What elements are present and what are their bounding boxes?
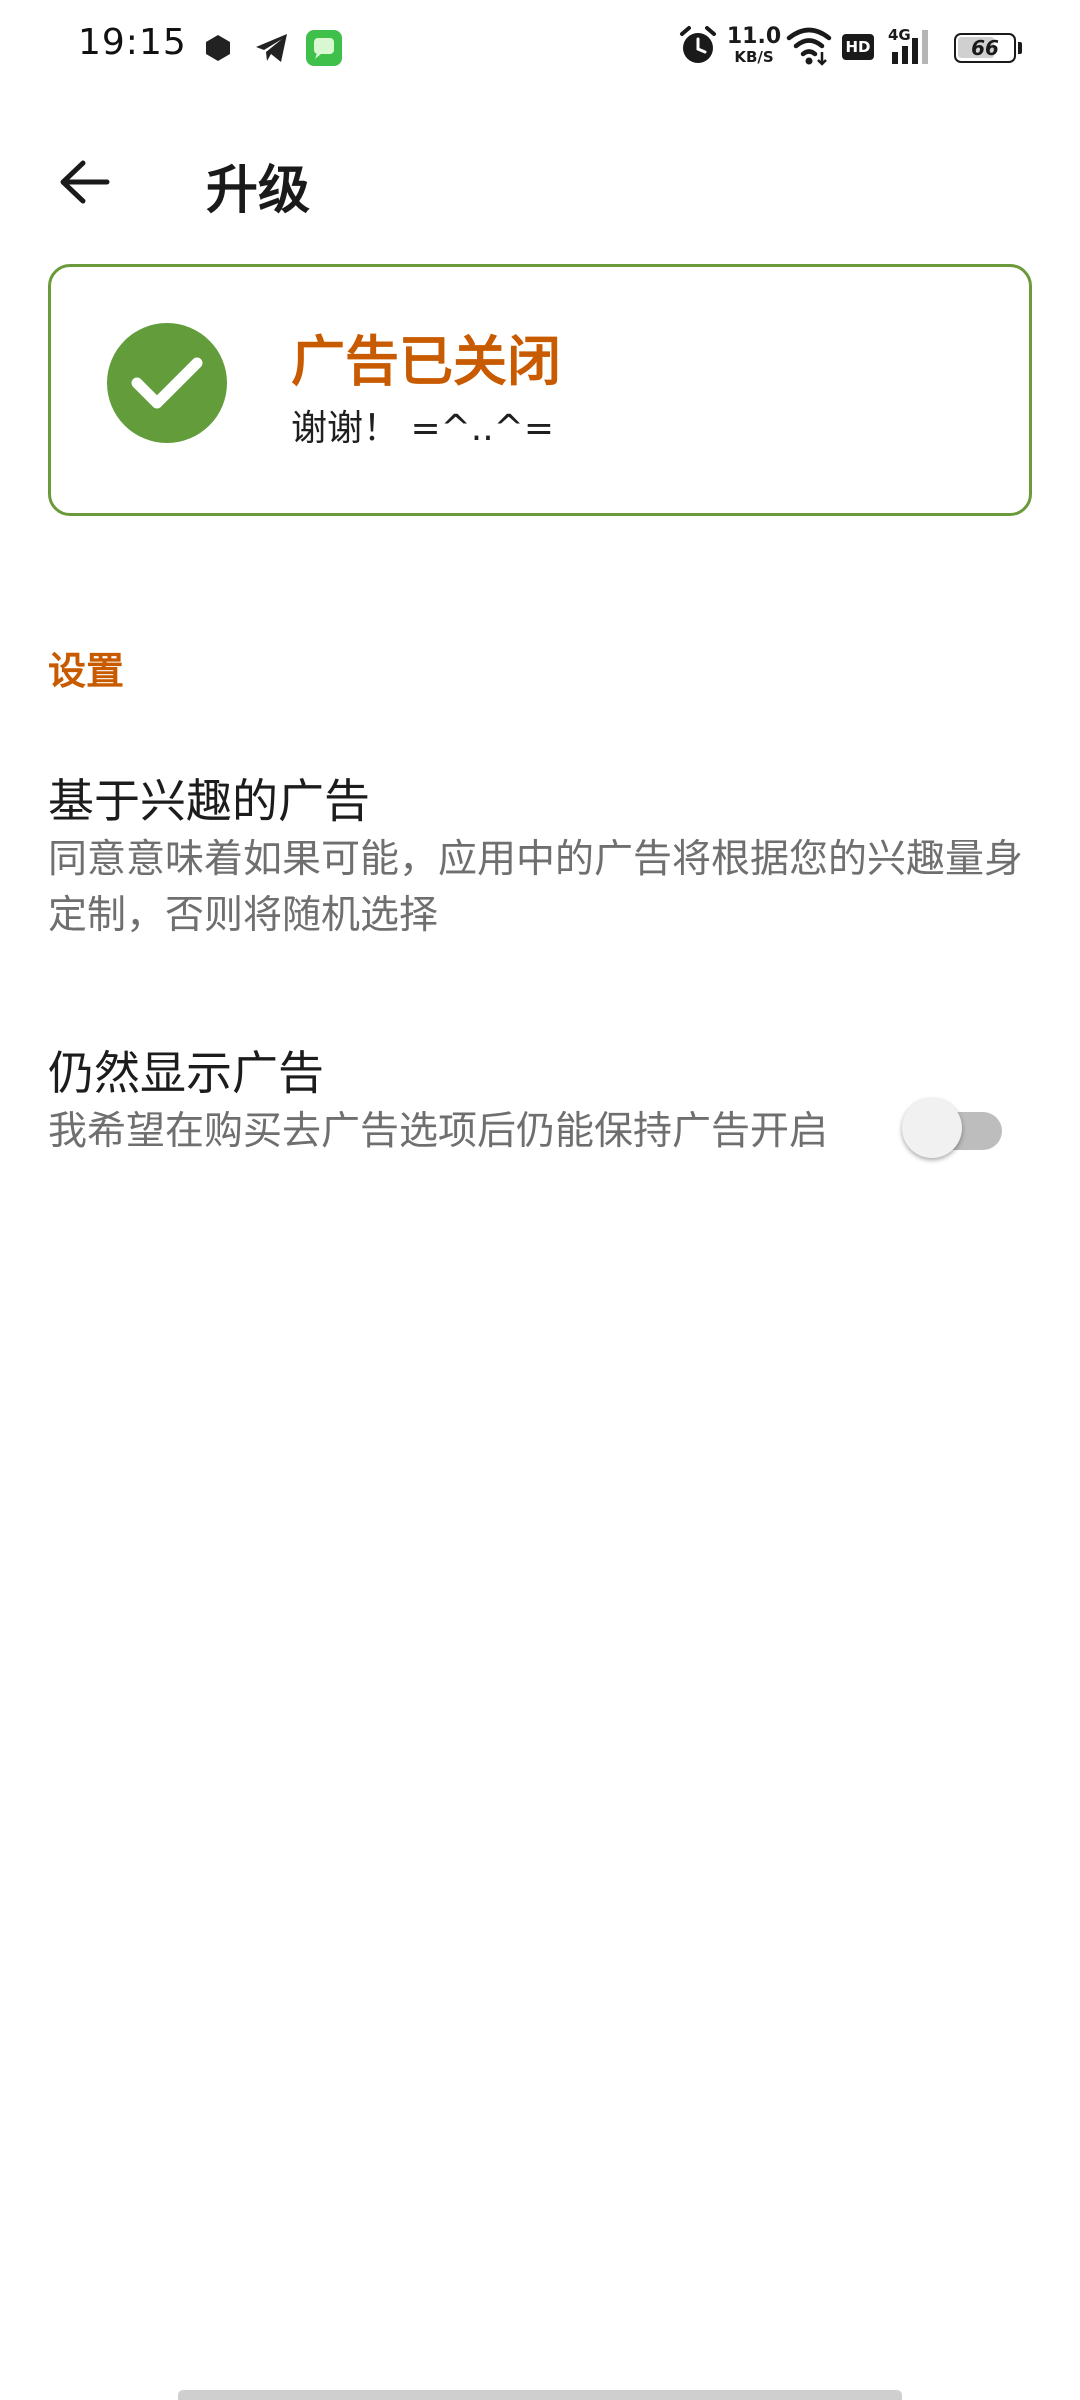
- setting-still-show-ads[interactable]: 仍然显示广告 我希望在购买去广告选项后仍能保持广告开启: [48, 1042, 838, 1160]
- hexagon-app-icon: [198, 28, 238, 68]
- status-bar: 19:15 11.0 KB/S HD 4G 66: [0, 0, 1080, 96]
- check-circle-icon: [107, 323, 227, 443]
- app-bar: 升级: [0, 120, 1080, 244]
- hd-voice-icon: HD: [842, 24, 874, 72]
- toggle-thumb: [902, 1098, 962, 1158]
- still-show-ads-toggle[interactable]: [902, 1098, 1006, 1158]
- signal-icon: 4G: [888, 24, 938, 72]
- card-title: 广告已关闭: [291, 330, 561, 393]
- messages-app-icon: [304, 28, 344, 68]
- status-time: 19:15: [78, 22, 187, 63]
- setting-summary: 我希望在购买去广告选项后仍能保持广告开启: [48, 1109, 829, 1154]
- setting-title: 仍然显示广告: [48, 1046, 324, 1100]
- arrow-left-icon: [60, 160, 110, 204]
- navigation-handle[interactable]: [178, 2390, 902, 2400]
- settings-section-header: 设置: [48, 649, 125, 693]
- battery-level: 66: [971, 36, 999, 60]
- wifi-icon: [786, 24, 836, 72]
- telegram-icon: [252, 28, 292, 68]
- ads-status-card: 广告已关闭 谢谢！ =^..^=: [48, 264, 1032, 516]
- hd-label: HD: [842, 34, 874, 60]
- net-speed-unit: KB/S: [734, 48, 774, 66]
- alarm-icon: [678, 24, 718, 72]
- setting-summary: 同意意味着如果可能，应用中的广告将根据您的兴趣量身定制，否则将随机选择: [48, 837, 1024, 938]
- back-button[interactable]: [36, 142, 132, 222]
- battery-icon: 66: [954, 24, 1024, 72]
- net-speed-value: 11.0: [726, 24, 782, 49]
- upgrade-screen: 19:15 11.0 KB/S HD 4G 66 升级 广告已关闭 谢谢！ =^…: [0, 0, 1080, 2400]
- setting-title: 基于兴趣的广告: [48, 774, 370, 828]
- net-speed: 11.0 KB/S: [726, 24, 782, 72]
- page-title: 升级: [206, 161, 311, 221]
- card-subtitle: 谢谢！ =^..^=: [291, 408, 554, 449]
- setting-interest-based-ads[interactable]: 基于兴趣的广告 同意意味着如果可能，应用中的广告将根据您的兴趣量身定制，否则将随…: [48, 770, 1038, 944]
